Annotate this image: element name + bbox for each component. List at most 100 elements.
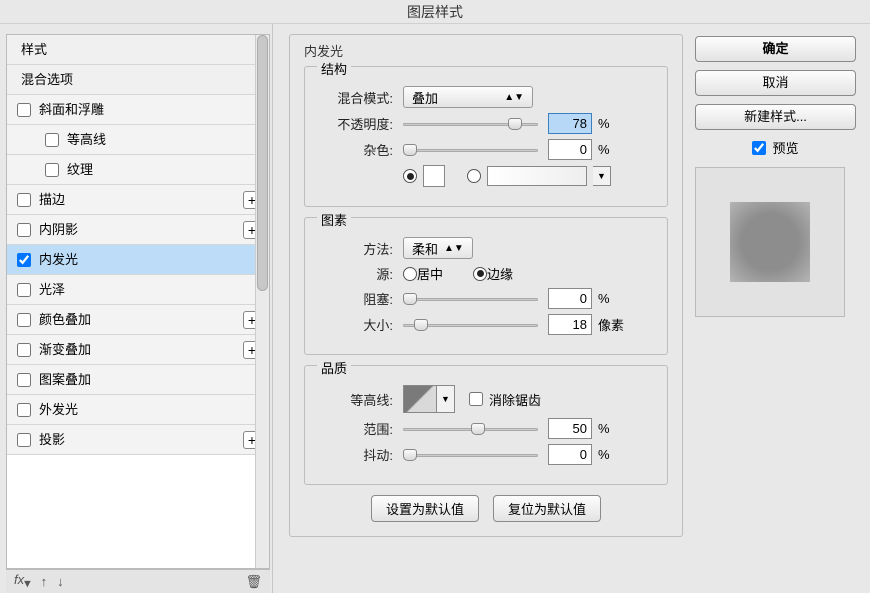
contour-label: 等高线: — [321, 390, 393, 409]
style-item-11[interactable]: 投影+ — [7, 425, 269, 455]
style-label: 内阴影 — [39, 215, 78, 245]
contour-dropdown-icon[interactable]: ▼ — [437, 385, 455, 413]
style-item-3[interactable]: 描边+ — [7, 185, 269, 215]
styles-footer: fx▾ ↑ ↓ 🗑 — [6, 569, 270, 593]
method-label: 方法: — [321, 239, 393, 258]
pct-unit: % — [598, 116, 610, 131]
style-label: 描边 — [39, 185, 65, 215]
style-label: 光泽 — [39, 275, 65, 305]
blend-mode-label: 混合模式: — [321, 88, 393, 107]
style-checkbox[interactable] — [17, 223, 31, 237]
style-item-10[interactable]: 外发光 — [7, 395, 269, 425]
style-label: 斜面和浮雕 — [39, 95, 104, 125]
preview-box — [695, 167, 845, 317]
style-checkbox[interactable] — [17, 433, 31, 447]
noise-slider[interactable] — [403, 143, 538, 157]
settings-panel: 内发光 结构 混合模式: 叠加▲▼ 不透明度: 78 % 杂色: — [273, 24, 695, 593]
section-label: 内发光 — [300, 44, 347, 59]
style-label: 等高线 — [67, 125, 106, 155]
size-slider[interactable] — [403, 318, 538, 332]
structure-label: 结构 — [317, 62, 351, 77]
px-unit: 像素 — [598, 315, 624, 334]
choke-slider[interactable] — [403, 292, 538, 306]
style-item-8[interactable]: 渐变叠加+ — [7, 335, 269, 365]
opacity-input[interactable]: 78 — [548, 113, 592, 134]
styles-scrollbar[interactable] — [255, 35, 269, 568]
styles-panel: 样式 混合选项 斜面和浮雕等高线纹理描边+内阴影+内发光光泽颜色叠加+渐变叠加+… — [0, 24, 273, 593]
style-checkbox[interactable] — [45, 163, 59, 177]
style-checkbox[interactable] — [17, 403, 31, 417]
style-checkbox[interactable] — [17, 313, 31, 327]
noise-input[interactable]: 0 — [548, 139, 592, 160]
jitter-input[interactable]: 0 — [548, 444, 592, 465]
dialog-title: 图层样式 — [0, 0, 870, 24]
move-down-icon[interactable]: ↓ — [57, 574, 64, 589]
style-label: 颜色叠加 — [39, 305, 91, 335]
ok-button[interactable]: 确定 — [695, 36, 856, 62]
choke-input[interactable]: 0 — [548, 288, 592, 309]
style-label: 外发光 — [39, 395, 78, 425]
range-input[interactable]: 50 — [548, 418, 592, 439]
new-style-button[interactable]: 新建样式... — [695, 104, 856, 130]
opacity-slider[interactable] — [403, 117, 538, 131]
size-label: 大小: — [321, 315, 393, 334]
noise-label: 杂色: — [321, 140, 393, 159]
style-label: 图案叠加 — [39, 365, 91, 395]
style-item-4[interactable]: 内阴影+ — [7, 215, 269, 245]
style-checkbox[interactable] — [17, 103, 31, 117]
style-item-9[interactable]: 图案叠加 — [7, 365, 269, 395]
style-item-7[interactable]: 颜色叠加+ — [7, 305, 269, 335]
style-checkbox[interactable] — [17, 373, 31, 387]
blend-mode-select[interactable]: 叠加▲▼ — [403, 86, 533, 108]
size-input[interactable]: 18 — [548, 314, 592, 335]
styles-header[interactable]: 样式 — [7, 35, 269, 65]
style-checkbox[interactable] — [45, 133, 59, 147]
style-label: 渐变叠加 — [39, 335, 91, 365]
jitter-label: 抖动: — [321, 445, 393, 464]
blend-options-header[interactable]: 混合选项 — [7, 65, 269, 95]
trash-icon[interactable]: 🗑 — [245, 574, 262, 590]
opacity-label: 不透明度: — [321, 114, 393, 133]
fx-menu[interactable]: fx▾ — [14, 572, 31, 592]
style-label: 纹理 — [67, 155, 93, 185]
antialias-checkbox[interactable] — [469, 392, 483, 406]
style-checkbox[interactable] — [17, 283, 31, 297]
contour-picker[interactable] — [403, 385, 437, 413]
choke-label: 阻塞: — [321, 289, 393, 308]
quality-label: 品质 — [317, 361, 351, 376]
preview-checkbox[interactable] — [752, 141, 766, 155]
style-checkbox[interactable] — [17, 343, 31, 357]
style-checkbox[interactable] — [17, 253, 31, 267]
color-radio[interactable] — [403, 169, 417, 183]
antialias-label: 消除锯齿 — [489, 390, 541, 409]
reset-default-button[interactable]: 复位为默认值 — [493, 495, 601, 522]
preview-label: 预览 — [772, 138, 798, 157]
cancel-button[interactable]: 取消 — [695, 70, 856, 96]
elements-label: 图素 — [317, 213, 351, 228]
color-swatch[interactable] — [423, 165, 445, 187]
source-center-radio[interactable] — [403, 267, 417, 281]
move-up-icon[interactable]: ↑ — [41, 574, 48, 589]
source-label: 源: — [321, 264, 393, 283]
style-item-5[interactable]: 内发光 — [7, 245, 269, 275]
jitter-slider[interactable] — [403, 448, 538, 462]
style-label: 投影 — [39, 425, 65, 455]
style-item-6[interactable]: 光泽 — [7, 275, 269, 305]
range-slider[interactable] — [403, 422, 538, 436]
method-select[interactable]: 柔和▲▼ — [403, 237, 473, 259]
style-item-0[interactable]: 斜面和浮雕 — [7, 95, 269, 125]
gradient-dropdown-icon[interactable]: ▼ — [593, 166, 611, 186]
style-label: 内发光 — [39, 245, 78, 275]
style-item-2[interactable]: 纹理 — [7, 155, 269, 185]
style-item-1[interactable]: 等高线 — [7, 125, 269, 155]
gradient-swatch[interactable] — [487, 166, 587, 186]
preview-swatch — [730, 202, 810, 282]
source-edge-label: 边缘 — [487, 264, 513, 283]
source-edge-radio[interactable] — [473, 267, 487, 281]
gradient-radio[interactable] — [467, 169, 481, 183]
set-default-button[interactable]: 设置为默认值 — [371, 495, 479, 522]
style-checkbox[interactable] — [17, 193, 31, 207]
action-panel: 确定 取消 新建样式... 预览 — [695, 24, 870, 593]
range-label: 范围: — [321, 419, 393, 438]
source-center-label: 居中 — [417, 264, 443, 283]
